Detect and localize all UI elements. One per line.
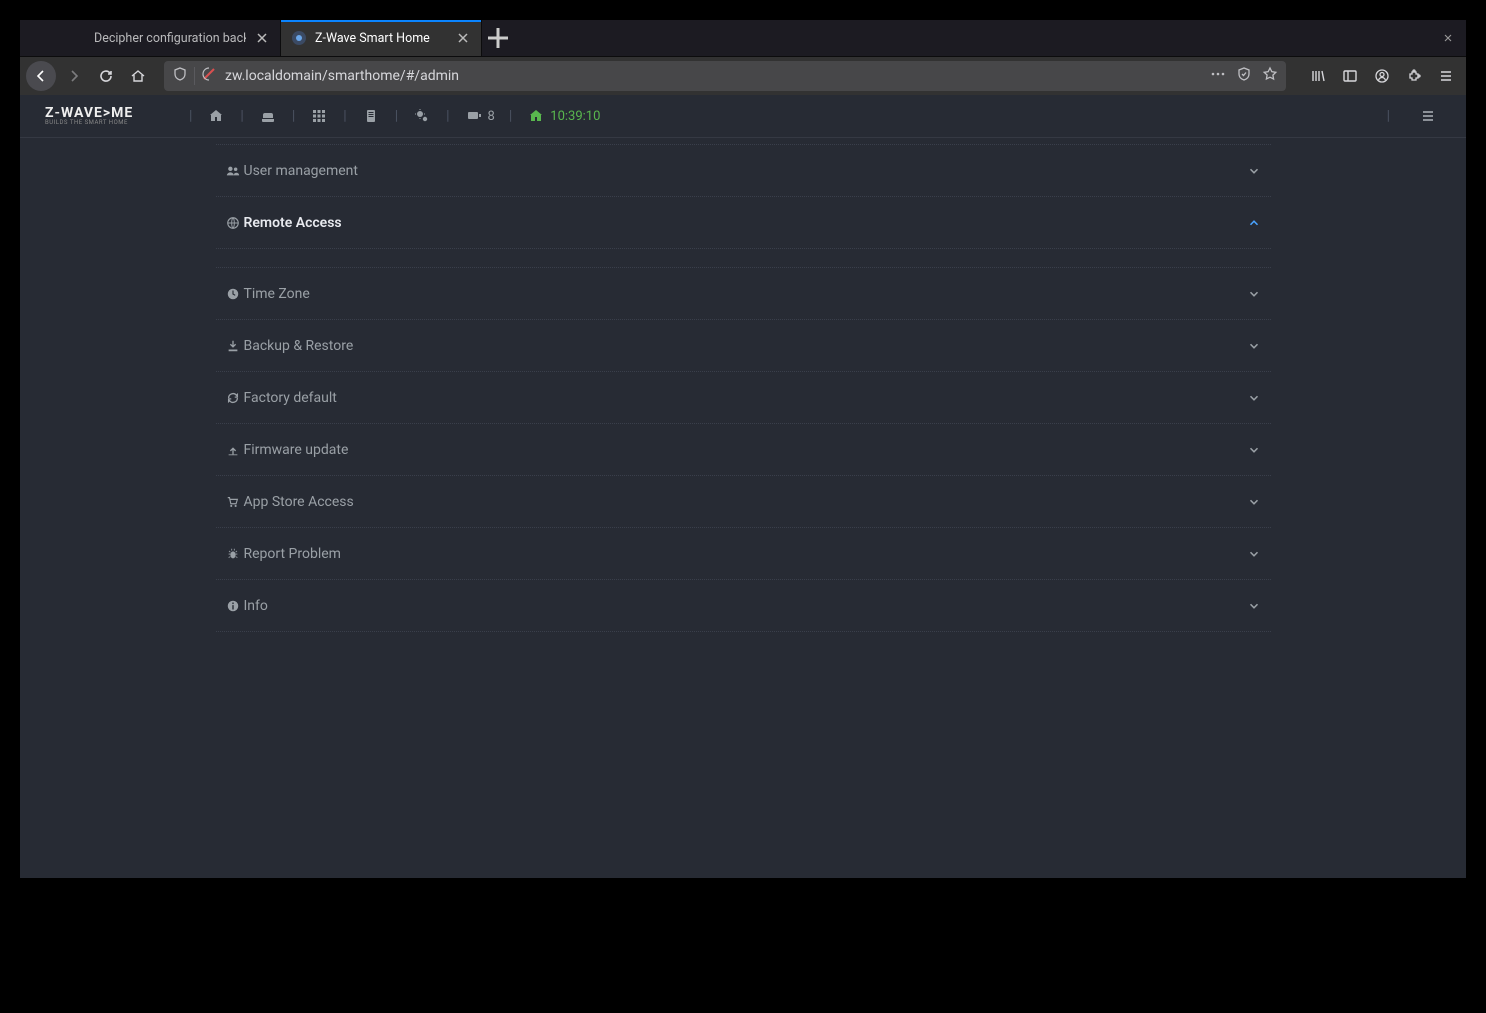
close-icon[interactable] [254,30,270,46]
admin-row-label: App Store Access [244,494,1245,510]
app-menu-icon[interactable] [1432,62,1460,90]
status-time: 10:39:10 [550,109,600,124]
site-identity-icon[interactable] [201,66,217,86]
browser-toolbar: zw.localdomain/smarthome/#/admin [20,57,1466,95]
nav-events-icon[interactable] [361,106,381,126]
chevron-down-icon [1245,389,1263,407]
reader-icon[interactable] [1236,66,1252,86]
nav-home-icon[interactable] [206,106,226,126]
chevron-down-icon [1245,162,1263,180]
admin-row-label: Report Problem [244,546,1245,562]
back-button[interactable] [26,61,56,91]
reload-button[interactable] [92,62,120,90]
admin-row-firmware-update[interactable]: Firmware update [216,424,1271,476]
tab-title: Z-Wave Smart Home [315,31,447,46]
chevron-down-icon [1245,597,1263,615]
admin-row-remote-access[interactable]: Remote Access [216,197,1271,249]
clock-icon [224,285,242,303]
nav-devices-icon[interactable] [464,106,484,126]
new-tab-button[interactable] [482,20,514,56]
brand-main-text: Z-WAVE>ME [45,106,133,120]
browser-tab-active[interactable]: Z-Wave Smart Home [281,20,482,56]
close-icon[interactable] [455,30,471,46]
nav-elements-icon[interactable] [309,106,329,126]
info-icon [224,597,242,615]
home-button[interactable] [124,62,152,90]
admin-row-label: Remote Access [244,215,1245,231]
admin-row-label: Factory default [244,390,1245,406]
chevron-down-icon [1245,493,1263,511]
tab-favicon [70,30,86,46]
shield-icon[interactable] [172,66,188,86]
chevron-down-icon [1245,214,1263,232]
refresh-icon [224,389,242,407]
window-close-button[interactable] [1430,20,1466,56]
download-icon [224,337,242,355]
bug-icon [224,545,242,563]
admin-row-factory-default[interactable]: Factory default [216,372,1271,424]
page-actions-icon[interactable] [1210,66,1226,86]
users-icon [224,162,242,180]
browser-window: Decipher configuration back Z-Wave Smart… [20,20,1466,878]
chevron-down-icon [1245,545,1263,563]
chevron-down-icon [1245,337,1263,355]
nav-rooms-icon[interactable] [258,106,278,126]
chevron-down-icon [1245,441,1263,459]
address-bar[interactable]: zw.localdomain/smarthome/#/admin [164,61,1286,91]
bookmark-icon[interactable] [1262,66,1278,86]
status-home-icon [526,106,546,126]
forward-button[interactable] [60,62,88,90]
chevron-down-icon [1245,285,1263,303]
admin-row-label: Backup & Restore [244,338,1245,354]
admin-row-backup-restore[interactable]: Backup & Restore [216,320,1271,372]
extension-icon[interactable] [1400,62,1428,90]
sidebar-icon[interactable] [1336,62,1364,90]
admin-row-label: Time Zone [244,286,1245,302]
admin-row-report-problem[interactable]: Report Problem [216,528,1271,580]
browser-tab-inactive[interactable]: Decipher configuration back [60,20,281,56]
admin-row-info[interactable]: Info [216,580,1271,632]
account-icon[interactable] [1368,62,1396,90]
admin-row-label: Firmware update [244,442,1245,458]
globe-icon [224,214,242,232]
tab-strip: Decipher configuration back Z-Wave Smart… [20,20,1466,57]
url-text: zw.localdomain/smarthome/#/admin [225,68,1202,84]
status-count: 8 [488,109,495,124]
cart-icon [224,493,242,511]
admin-row-user-management[interactable]: User management [216,144,1271,197]
brand-logo[interactable]: Z-WAVE>ME BUILDS THE SMART HOME [45,106,165,126]
admin-row-label: User management [244,163,1245,179]
app-navbar: Z-WAVE>ME BUILDS THE SMART HOME | | | | [20,95,1466,138]
admin-row-label: Info [244,598,1245,614]
upload-icon [224,441,242,459]
admin-panel: User management Remote Access Time Zone Bac… [20,138,1466,878]
tab-title: Decipher configuration back [94,31,246,46]
admin-row-app-store-access[interactable]: App Store Access [216,476,1271,528]
page-content: Z-WAVE>ME BUILDS THE SMART HOME | | | | [20,95,1466,878]
admin-row-time-zone[interactable]: Time Zone [216,267,1271,320]
brand-sub-text: BUILDS THE SMART HOME [45,120,128,126]
library-icon[interactable] [1304,62,1332,90]
nav-automation-icon[interactable] [412,106,432,126]
nav-menu-icon[interactable] [1418,106,1438,126]
tab-favicon [291,30,307,46]
